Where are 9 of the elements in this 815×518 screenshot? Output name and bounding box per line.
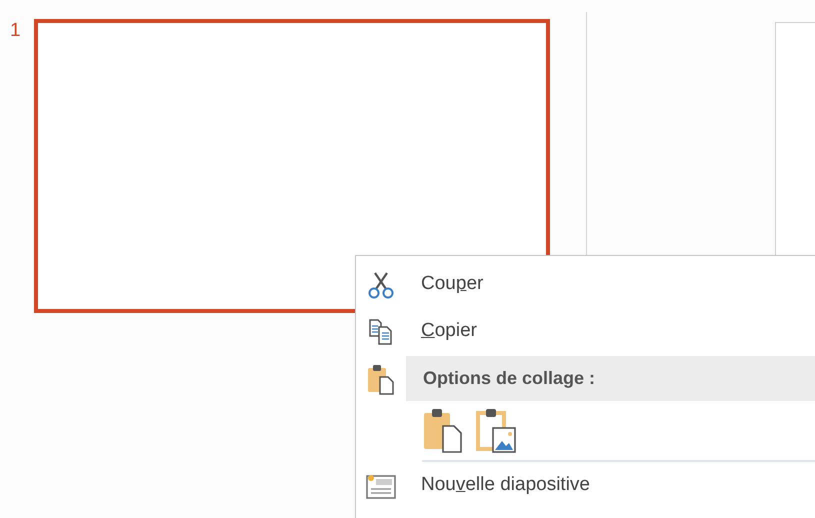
scissors-icon [366,270,396,300]
slide-thumbnail[interactable] [34,19,550,313]
slide-number: 1 [10,21,22,43]
menu-item[interactable]: Nouvelle diapositive [356,462,815,509]
menu-item[interactable]: Copier [356,308,815,355]
copy-icon [368,318,394,346]
menu-item[interactable]: Couper [356,261,815,308]
menu-section-header: Options de collage : [406,356,815,401]
paste-icon [366,362,396,394]
